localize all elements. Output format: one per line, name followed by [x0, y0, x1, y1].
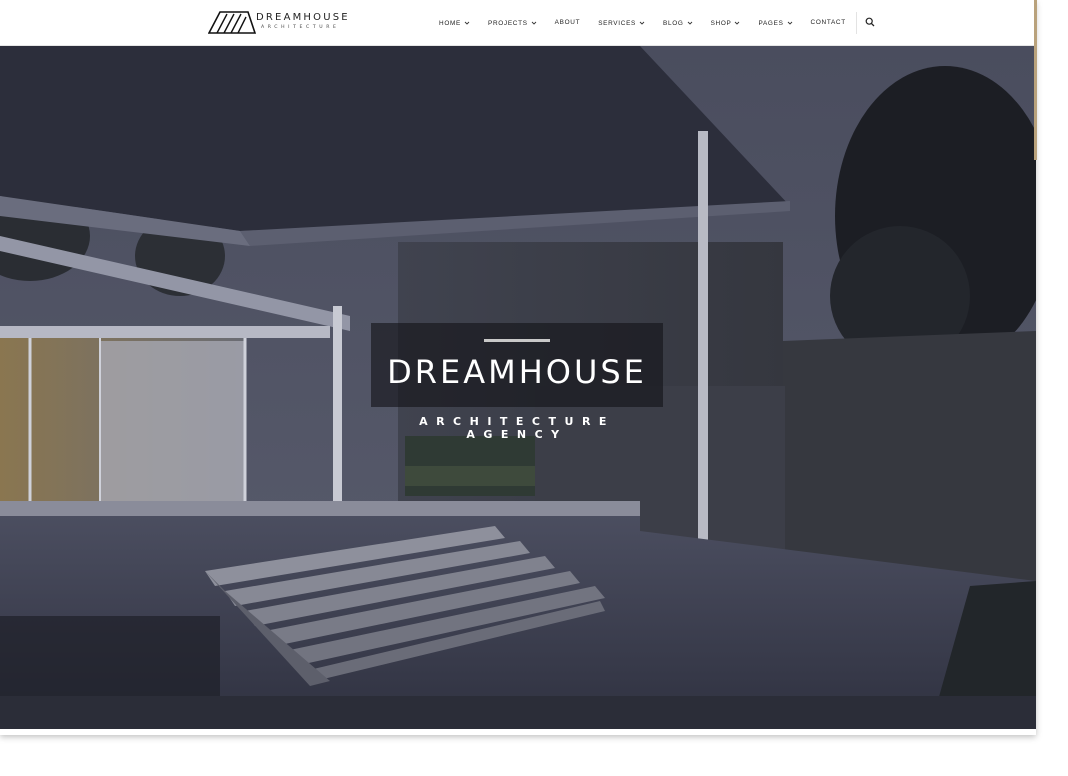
nav-divider	[855, 12, 857, 34]
nav-home[interactable]: HOME	[439, 20, 470, 27]
hero-section: DREAMHOUSE ARCHITECTURE AGENCY	[0, 46, 1036, 729]
main-nav: HOME PROJECTS ABOUT SERVICES BLOG SHOP P…	[430, 0, 875, 46]
chevron-down-icon	[639, 21, 645, 25]
nav-projects-label: PROJECTS	[487, 19, 528, 27]
brand-tagline: ARCHITECTURE	[261, 25, 340, 30]
nav-shop-label: SHOP	[710, 19, 732, 27]
nav-blog[interactable]: BLOG	[663, 20, 693, 27]
nav-about-label: ABOUT	[554, 18, 581, 26]
title-decor-line	[484, 339, 550, 342]
nav-pages[interactable]: PAGES	[758, 20, 792, 27]
nav-shop[interactable]: SHOP	[711, 20, 741, 27]
logo-mark-icon	[208, 11, 256, 34]
chevron-down-icon	[531, 21, 536, 25]
hero-title: DREAMHOUSE	[387, 353, 647, 391]
nav-contact-label: CONTACT	[810, 18, 846, 26]
site-logo[interactable]: DREAMHOUSE ARCHITECTURE	[208, 9, 350, 35]
chevron-down-icon	[787, 21, 792, 25]
hero-subtitle: ARCHITECTURE AGENCY	[419, 415, 615, 441]
nav-services[interactable]: SERVICES	[598, 20, 645, 27]
nav-blog-label: BLOG	[663, 19, 684, 27]
nav-home-label: HOME	[439, 19, 461, 27]
nav-pages-label: PAGES	[758, 19, 784, 27]
browser-page: DREAMHOUSE ARCHITECTURE HOME PROJECTS AB…	[0, 0, 1036, 735]
hero-title-box: DREAMHOUSE	[371, 323, 663, 407]
nav-about[interactable]: ABOUT	[555, 19, 581, 26]
chevron-down-icon	[464, 21, 470, 25]
search-icon[interactable]	[865, 17, 875, 27]
nav-contact[interactable]: CONTACT	[811, 19, 846, 26]
brand-name: DREAMHOUSE	[256, 12, 350, 23]
site-header: DREAMHOUSE ARCHITECTURE HOME PROJECTS AB…	[0, 0, 1036, 46]
nav-services-label: SERVICES	[598, 19, 636, 27]
chevron-down-icon	[735, 21, 740, 25]
chevron-down-icon	[687, 21, 692, 25]
nav-projects[interactable]: PROJECTS	[488, 20, 537, 27]
accent-edge-strip	[1034, 0, 1037, 160]
